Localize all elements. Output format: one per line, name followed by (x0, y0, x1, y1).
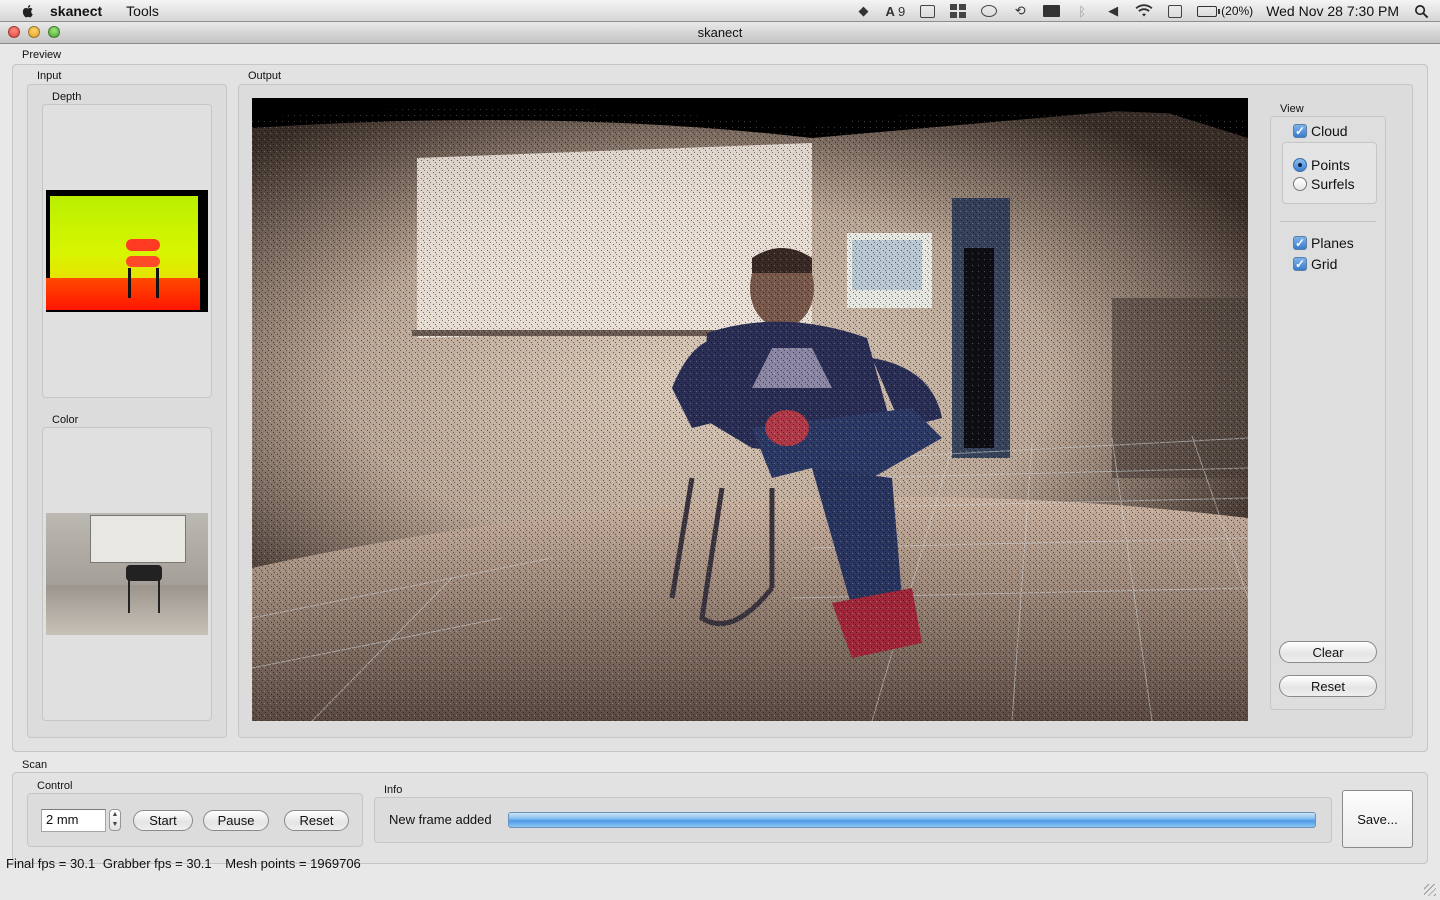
point-cloud-viewport[interactable] (252, 98, 1248, 721)
progress-bar (508, 812, 1316, 828)
points-label: Points (1311, 157, 1350, 173)
preview-label: Preview (22, 49, 62, 61)
battery-shape (1197, 5, 1221, 17)
depth-image (46, 190, 208, 312)
display-icon[interactable] (1042, 3, 1060, 19)
close-button[interactable] (8, 26, 20, 38)
adobe-icon[interactable]: A9 (886, 3, 906, 19)
final-fps: Final fps = 30.1 (6, 856, 96, 871)
spotlight-icon[interactable] (1412, 3, 1430, 19)
radio-icon (1293, 177, 1307, 191)
render-mode-group (1282, 142, 1377, 204)
window-controls (8, 26, 60, 38)
divider (1280, 221, 1376, 222)
scan-reset-button[interactable]: Reset (284, 810, 349, 831)
clear-button[interactable]: Clear (1279, 641, 1377, 663)
grid-checkbox[interactable]: ✓ Grid (1293, 256, 1337, 272)
battery-percent: (20%) (1221, 4, 1254, 18)
start-button[interactable]: Start (133, 810, 193, 831)
save-button[interactable]: Save... (1342, 790, 1413, 848)
color-image (46, 513, 208, 635)
adobe-count: 9 (897, 3, 906, 19)
zoom-button[interactable] (48, 26, 60, 38)
time-machine-icon[interactable]: ⟲ (1011, 3, 1029, 19)
input-label: Input (37, 70, 62, 82)
check-icon: ✓ (1293, 236, 1307, 250)
resolution-input[interactable]: 2 mm (41, 809, 106, 832)
dropbox-icon[interactable]: ◆ (855, 3, 873, 19)
minimize-button[interactable] (28, 26, 40, 38)
status-bar: Final fps = 30.1 Grabber fps = 30.1 Mesh… (6, 856, 371, 871)
menu-bar: skanect Tools ◆ A9 ⟲ ᛒ ◀ (20%) Wed Nov 2… (0, 0, 1440, 22)
view-label: View (1280, 103, 1304, 115)
battery-icon[interactable]: (20%) (1197, 4, 1253, 18)
scan-label: Scan (22, 759, 48, 771)
keyboard-icon[interactable] (1166, 3, 1184, 19)
info-label: Info (384, 784, 403, 796)
planes-checkbox[interactable]: ✓ Planes (1293, 235, 1354, 251)
control-label: Control (37, 780, 73, 792)
cloud-checkbox[interactable]: ✓ Cloud (1293, 123, 1348, 139)
info-text: New frame added (389, 812, 492, 827)
surfels-radio[interactable]: Surfels (1293, 176, 1355, 192)
apple-menu-icon[interactable] (20, 3, 36, 19)
mesh-points: Mesh points = 1969706 (225, 856, 361, 871)
view-reset-button[interactable]: Reset (1279, 675, 1377, 697)
volume-icon[interactable]: ◀ (1104, 3, 1122, 19)
resize-handle[interactable] (1424, 884, 1436, 896)
output-label: Output (248, 70, 282, 82)
cloud-label: Cloud (1311, 123, 1348, 139)
app-menu[interactable]: skanect (50, 3, 102, 19)
surfels-label: Surfels (1311, 176, 1355, 192)
tools-menu[interactable]: Tools (126, 3, 159, 19)
chat-icon[interactable] (980, 3, 998, 19)
title-bar: skanect (0, 22, 1440, 44)
points-radio[interactable]: Points (1293, 157, 1350, 173)
window-title: skanect (697, 25, 743, 40)
grid-icon[interactable] (918, 3, 936, 19)
depth-label: Depth (52, 91, 82, 103)
grid-label: Grid (1311, 256, 1338, 272)
planes-label: Planes (1311, 235, 1354, 251)
grabber-fps: Grabber fps = 30.1 (102, 856, 212, 871)
color-label: Color (52, 414, 79, 426)
bluetooth-icon[interactable]: ᛒ (1073, 3, 1091, 19)
wifi-icon[interactable] (1135, 3, 1153, 19)
spaces-icon[interactable] (949, 3, 967, 19)
app-window: skanect Preview Input Depth Color Output (0, 22, 1440, 900)
check-icon: ✓ (1293, 124, 1307, 138)
resolution-stepper[interactable]: ▲ ▼ (109, 809, 121, 831)
radio-selected-icon (1293, 158, 1307, 172)
status-area: ◆ A9 ⟲ ᛒ ◀ (20%) Wed Nov 28 7:30 PM (855, 0, 1430, 22)
pause-button[interactable]: Pause (203, 810, 269, 831)
clock[interactable]: Wed Nov 28 7:30 PM (1266, 3, 1399, 19)
check-icon: ✓ (1293, 257, 1307, 271)
view-group (1270, 116, 1386, 710)
